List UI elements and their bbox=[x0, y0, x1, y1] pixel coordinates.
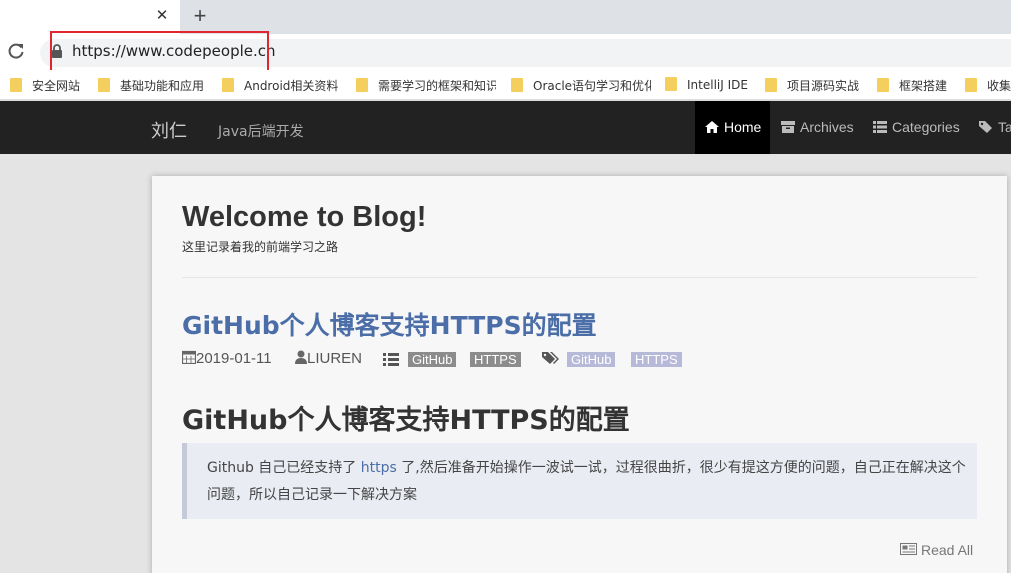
tag-badge[interactable]: GitHub bbox=[567, 352, 616, 367]
tab-strip: ✕ + bbox=[0, 0, 1011, 34]
tag-icon bbox=[979, 121, 992, 133]
list-icon bbox=[873, 121, 887, 133]
bookmark-item[interactable]: 基础功能和应用 bbox=[98, 77, 213, 93]
site-navbar: 刘仁 Java后端开发 Home Archives Categories Ta bbox=[0, 101, 1011, 154]
reload-icon[interactable] bbox=[6, 41, 26, 61]
tag-icon bbox=[542, 352, 559, 364]
header-divider bbox=[182, 277, 977, 278]
post-title-link[interactable]: GitHub个人博客支持HTTPS的配置 bbox=[182, 306, 597, 342]
post-date: 2019-01-11 bbox=[181, 350, 272, 367]
bookmark-item[interactable]: 项目源码实战 bbox=[765, 77, 870, 93]
nav-archives[interactable]: Archives bbox=[781, 101, 854, 154]
tag-badge[interactable]: HTTPS bbox=[631, 352, 682, 367]
folder-icon bbox=[356, 78, 368, 92]
calendar-icon bbox=[181, 350, 197, 365]
user-icon bbox=[295, 350, 307, 364]
bookmark-item[interactable]: 框架搭建 bbox=[877, 77, 957, 93]
post-heading: GitHub个人博客支持HTTPS的配置 bbox=[182, 405, 630, 436]
post-excerpt-text: Github 自己已经支持了 https 了,然后准备开始操作一波试一试，过程很… bbox=[207, 460, 966, 503]
bookmark-item[interactable]: Android相关资料 bbox=[222, 77, 347, 93]
nav-tags[interactable]: Ta bbox=[979, 101, 1011, 154]
bookmark-item[interactable]: IntelliJ IDE bbox=[665, 77, 755, 93]
category-badge[interactable]: GitHub bbox=[408, 352, 457, 367]
folder-icon bbox=[965, 78, 977, 92]
read-all-link[interactable]: Read All bbox=[900, 542, 973, 558]
folder-icon bbox=[511, 78, 523, 92]
bookmark-item[interactable]: Oracle语句学习和优化 bbox=[511, 77, 651, 93]
newspaper-icon bbox=[900, 543, 917, 555]
post-author: LIUREN bbox=[295, 350, 362, 367]
bookmark-item[interactable]: 收集 bbox=[965, 77, 1011, 93]
home-icon bbox=[705, 121, 719, 133]
nav-home[interactable]: Home bbox=[695, 101, 770, 154]
list-icon bbox=[383, 353, 399, 366]
nav-categories[interactable]: Categories bbox=[873, 101, 960, 154]
folder-icon bbox=[765, 78, 777, 92]
bookmarks-bar: 安全网站 基础功能和应用 Android相关资料 需要学习的框架和知识 Orac… bbox=[0, 70, 1011, 100]
blog-title: Welcome to Blog! bbox=[182, 201, 427, 233]
url-highlight-box bbox=[50, 31, 269, 73]
bookmark-item[interactable]: 需要学习的框架和知识 bbox=[356, 77, 496, 93]
browser-tab[interactable]: ✕ bbox=[0, 0, 180, 34]
folder-icon bbox=[222, 78, 234, 92]
plus-icon[interactable]: + bbox=[188, 4, 212, 28]
folder-icon bbox=[98, 78, 110, 92]
bookmark-item[interactable]: 安全网站 bbox=[10, 77, 90, 93]
archive-icon bbox=[781, 121, 795, 133]
category-badge[interactable]: HTTPS bbox=[470, 352, 521, 367]
blog-subtitle: 这里记录着我的前端学习之路 bbox=[182, 240, 339, 254]
folder-icon bbox=[10, 78, 22, 92]
close-icon[interactable]: ✕ bbox=[152, 6, 172, 26]
site-brand[interactable]: 刘仁 bbox=[151, 117, 187, 143]
folder-icon bbox=[877, 78, 889, 92]
folder-icon bbox=[665, 77, 677, 91]
https-link[interactable]: https bbox=[361, 460, 397, 476]
site-tagline: Java后端开发 bbox=[218, 124, 304, 140]
